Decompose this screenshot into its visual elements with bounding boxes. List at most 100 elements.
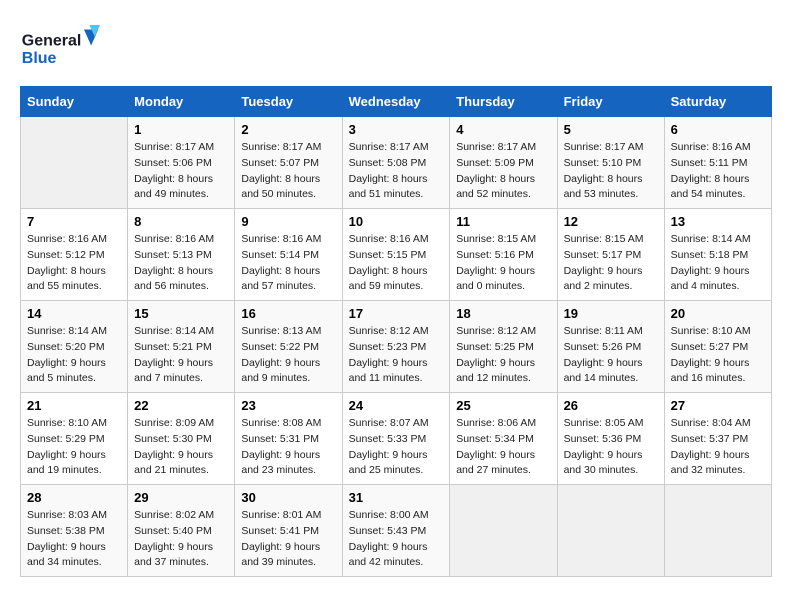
day-info: Sunrise: 8:14 AMSunset: 5:20 PMDaylight:… bbox=[27, 324, 121, 387]
sunrise-label: Sunrise: 8:14 AM bbox=[27, 325, 107, 337]
daylight-label: Daylight: 9 hours and 32 minutes. bbox=[671, 449, 750, 477]
daylight-label: Daylight: 9 hours and 5 minutes. bbox=[27, 357, 106, 385]
sunset-label: Sunset: 5:31 PM bbox=[241, 433, 319, 445]
day-number: 17 bbox=[349, 306, 444, 321]
day-info: Sunrise: 8:11 AMSunset: 5:26 PMDaylight:… bbox=[564, 324, 658, 387]
sunrise-label: Sunrise: 8:01 AM bbox=[241, 509, 321, 521]
day-cell: 18Sunrise: 8:12 AMSunset: 5:25 PMDayligh… bbox=[450, 301, 557, 393]
daylight-label: Daylight: 8 hours and 49 minutes. bbox=[134, 173, 213, 201]
day-number: 26 bbox=[564, 398, 658, 413]
sunrise-label: Sunrise: 8:06 AM bbox=[456, 417, 536, 429]
day-cell: 22Sunrise: 8:09 AMSunset: 5:30 PMDayligh… bbox=[128, 393, 235, 485]
day-info: Sunrise: 8:12 AMSunset: 5:23 PMDaylight:… bbox=[349, 324, 444, 387]
day-number: 23 bbox=[241, 398, 335, 413]
day-info: Sunrise: 8:17 AMSunset: 5:10 PMDaylight:… bbox=[564, 140, 658, 203]
sunrise-label: Sunrise: 8:17 AM bbox=[134, 141, 214, 153]
sunrise-label: Sunrise: 8:13 AM bbox=[241, 325, 321, 337]
day-cell: 5 Sunrise: 8:17 AMSunset: 5:10 PMDaylight… bbox=[557, 117, 664, 209]
day-cell: 16Sunrise: 8:13 AMSunset: 5:22 PMDayligh… bbox=[235, 301, 342, 393]
sunset-label: Sunset: 5:16 PM bbox=[456, 249, 534, 261]
sunset-label: Sunset: 5:37 PM bbox=[671, 433, 749, 445]
day-cell: 25Sunrise: 8:06 AMSunset: 5:34 PMDayligh… bbox=[450, 393, 557, 485]
day-number: 5 bbox=[564, 122, 658, 137]
day-cell: 26Sunrise: 8:05 AMSunset: 5:36 PMDayligh… bbox=[557, 393, 664, 485]
weekday-header-row: SundayMondayTuesdayWednesdayThursdayFrid… bbox=[21, 87, 772, 117]
day-info: Sunrise: 8:15 AM Sunset: 5:16 PM Daylight:… bbox=[456, 232, 550, 295]
sunrise-label: Sunrise: 8:04 AM bbox=[671, 417, 751, 429]
daylight-label: Daylight: 9 hours and 0 minutes. bbox=[456, 265, 535, 293]
sunset-label: Sunset: 5:09 PM bbox=[456, 157, 534, 169]
sunset-label: Sunset: 5:14 PM bbox=[241, 249, 319, 261]
weekday-header-wednesday: Wednesday bbox=[342, 87, 450, 117]
weekday-header-monday: Monday bbox=[128, 87, 235, 117]
day-number: 9 bbox=[241, 214, 335, 229]
week-row-5: 28 Sunrise: 8:03 AM Sunset: 5:38 PM Dayligh… bbox=[21, 485, 772, 577]
day-cell: 13Sunrise: 8:14 AMSunset: 5:18 PMDayligh… bbox=[664, 209, 771, 301]
week-row-1: 1Sunrise: 8:17 AMSunset: 5:06 PMDaylight… bbox=[21, 117, 772, 209]
sunset-label: Sunset: 5:22 PM bbox=[241, 341, 319, 353]
sunset-label: Sunset: 5:18 PM bbox=[671, 249, 749, 261]
sunrise-label: Sunrise: 8:16 AM bbox=[241, 233, 321, 245]
daylight-label: Daylight: 8 hours and 57 minutes. bbox=[241, 265, 320, 293]
sunset-label: Sunset: 5:23 PM bbox=[349, 341, 427, 353]
day-cell: 20Sunrise: 8:10 AMSunset: 5:27 PMDayligh… bbox=[664, 301, 771, 393]
daylight-label: Daylight: 9 hours and 4 minutes. bbox=[671, 265, 750, 293]
day-number: 28 bbox=[27, 490, 121, 505]
day-info: Sunrise: 8:02 AMSunset: 5:40 PMDaylight:… bbox=[134, 508, 228, 571]
week-row-4: 21Sunrise: 8:10 AMSunset: 5:29 PMDayligh… bbox=[21, 393, 772, 485]
day-cell: 28 Sunrise: 8:03 AM Sunset: 5:38 PM Dayligh… bbox=[21, 485, 128, 577]
day-cell: 29Sunrise: 8:02 AMSunset: 5:40 PMDayligh… bbox=[128, 485, 235, 577]
sunrise-label: Sunrise: 8:16 AM bbox=[671, 141, 751, 153]
sunrise-label: Sunrise: 8:16 AM bbox=[349, 233, 429, 245]
sunrise-label: Sunrise: 8:03 AM bbox=[27, 509, 107, 521]
logo-svg: General Blue bbox=[20, 20, 100, 70]
sunset-label: Sunset: 5:26 PM bbox=[564, 341, 642, 353]
day-info: Sunrise: 8:17 AM Sunset: 5:06 PM Daylight:… bbox=[134, 140, 228, 203]
day-cell: 17 Sunrise: 8:12 AMSunset: 5:23 PMDayligh… bbox=[342, 301, 450, 393]
sunrise-label: Sunrise: 8:11 AM bbox=[564, 325, 643, 337]
sunset-label: Sunset: 5:33 PM bbox=[349, 433, 427, 445]
sunset-label: Sunset: 5:12 PM bbox=[27, 249, 105, 261]
daylight-label: Daylight: 9 hours and 37 minutes. bbox=[134, 541, 213, 569]
day-cell bbox=[450, 485, 557, 577]
daylight-label: Daylight: 9 hours and 25 minutes. bbox=[349, 449, 428, 477]
svg-text:General: General bbox=[22, 32, 82, 49]
page-header: General Blue bbox=[20, 20, 772, 70]
day-cell: 6Sunrise: 8:16 AMSunset: 5:11 PMDaylight… bbox=[664, 117, 771, 209]
day-info: Sunrise: 8:13 AMSunset: 5:22 PMDaylight:… bbox=[241, 324, 335, 387]
day-cell: 30 Sunrise: 8:01 AM Sunset: 5:41 PM Dayligh… bbox=[235, 485, 342, 577]
sunset-label: Sunset: 5:30 PM bbox=[134, 433, 212, 445]
sunrise-label: Sunrise: 8:02 AM bbox=[134, 509, 214, 521]
sunset-label: Sunset: 5:10 PM bbox=[564, 157, 642, 169]
daylight-label: Daylight: 8 hours and 59 minutes. bbox=[349, 265, 428, 293]
sunset-label: Sunset: 5:27 PM bbox=[671, 341, 749, 353]
sunset-label: Sunset: 5:38 PM bbox=[27, 525, 105, 537]
day-info: Sunrise: 8:17 AMSunset: 5:08 PMDaylight:… bbox=[349, 140, 444, 203]
day-info: Sunrise: 8:08 AMSunset: 5:31 PMDaylight:… bbox=[241, 416, 335, 479]
day-cell: 15Sunrise: 8:14 AMSunset: 5:21 PMDayligh… bbox=[128, 301, 235, 393]
sunset-label: Sunset: 5:36 PM bbox=[564, 433, 642, 445]
sunrise-label: Sunrise: 8:15 AM bbox=[456, 233, 536, 245]
day-cell: 23 Sunrise: 8:08 AMSunset: 5:31 PMDayligh… bbox=[235, 393, 342, 485]
day-cell: 1Sunrise: 8:17 AMSunset: 5:06 PMDaylight… bbox=[128, 117, 235, 209]
sunrise-label: Sunrise: 8:14 AM bbox=[671, 233, 751, 245]
sunset-label: Sunset: 5:15 PM bbox=[349, 249, 427, 261]
day-number: 6 bbox=[671, 122, 765, 137]
day-info: Sunrise: 8:04 AM Sunset: 5:37 PM Daylight:… bbox=[671, 416, 765, 479]
sunrise-label: Sunrise: 8:16 AM bbox=[134, 233, 214, 245]
daylight-label: Daylight: 9 hours and 34 minutes. bbox=[27, 541, 106, 569]
day-info: Sunrise: 8:17 AMSunset: 5:09 PMDaylight:… bbox=[456, 140, 550, 203]
sunset-label: Sunset: 5:13 PM bbox=[134, 249, 212, 261]
day-info: Sunrise: 8:12 AMSunset: 5:25 PMDaylight:… bbox=[456, 324, 550, 387]
sunrise-label: Sunrise: 8:09 AM bbox=[134, 417, 214, 429]
sunrise-label: Sunrise: 8:12 AM bbox=[456, 325, 536, 337]
day-cell: 10Sunrise: 8:16 AMSunset: 5:15 PMDayligh… bbox=[342, 209, 450, 301]
day-number: 3 bbox=[349, 122, 444, 137]
day-number: 19 bbox=[564, 306, 658, 321]
day-info: Sunrise: 8:07 AMSunset: 5:33 PMDaylight:… bbox=[349, 416, 444, 479]
sunset-label: Sunset: 5:06 PM bbox=[134, 157, 212, 169]
daylight-label: Daylight: 9 hours and 39 minutes. bbox=[241, 541, 320, 569]
sunset-label: Sunset: 5:41 PM bbox=[241, 525, 319, 537]
sunset-label: Sunset: 5:21 PM bbox=[134, 341, 212, 353]
day-number: 30 bbox=[241, 490, 335, 505]
